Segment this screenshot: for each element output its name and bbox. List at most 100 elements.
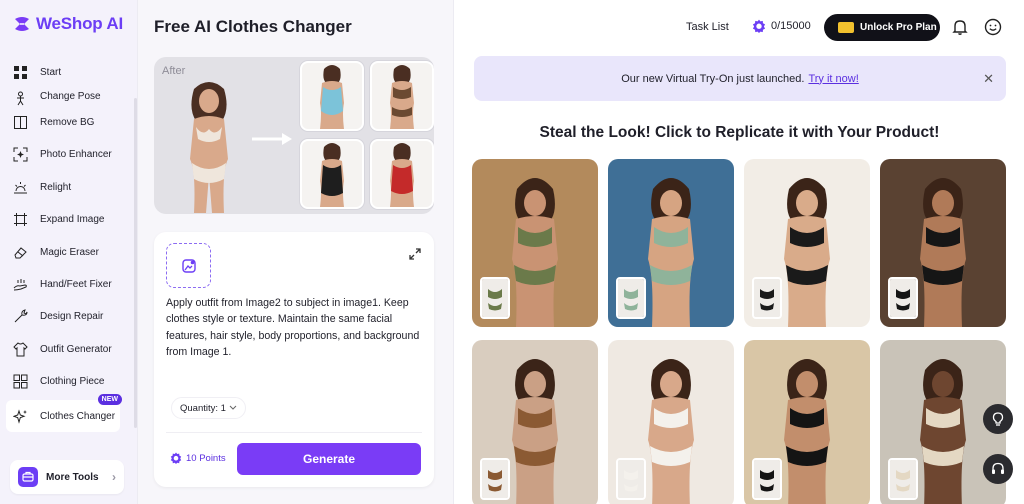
gallery-card[interactable] [608,159,734,327]
gallery-card[interactable] [472,159,598,327]
eraser-icon [14,246,27,259]
sidebar-item-remove-bg[interactable]: Remove BG [0,106,138,138]
support-button[interactable] [983,454,1013,484]
headset-icon [992,462,1004,474]
sidebar-item-label: Start [40,66,62,78]
brand-name: WeShop AI [36,14,123,33]
sidebar-item-photo-enhancer[interactable]: Photo Enhancer [0,139,138,171]
weshop-logo-icon [15,17,29,31]
preview-after-label: After [162,65,186,77]
unlock-pro-label: Unlock Pro Plan [860,22,937,33]
grid-icon [14,65,27,79]
user-avatar-icon[interactable] [984,18,1002,36]
credits-label: 0/15000 [771,20,811,32]
gallery-card[interactable] [744,159,870,327]
enhance-icon [13,147,28,162]
divider [166,432,422,433]
quantity-label: Quantity: 1 [180,402,226,414]
sidebar-item-design-repair[interactable]: Design Repair [0,301,138,333]
credits-icon [752,19,766,33]
gallery-panel: Task List 0/15000 Unlock Pro Plan Our ne… [455,0,1024,504]
more-tools-label: More Tools [46,471,99,483]
chevron-right-icon: › [112,470,116,484]
product-thumbnail [752,458,782,500]
sidebar-item-label: Expand Image [40,214,105,226]
image-upload-button[interactable] [166,243,211,288]
sidebar-item-label: Photo Enhancer [40,149,112,161]
sidebar-item-label: Remove BG [40,117,95,129]
announcement-banner: Our new Virtual Try-On just launched. Tr… [474,56,1006,101]
image-add-icon [181,258,196,273]
outfit-thumbnail[interactable] [370,61,434,131]
sidebar-item-clothing-piece[interactable]: Clothing Piece [0,366,138,398]
sidebar: WeShop AI Start Change Pose Remove BG Ph… [0,0,138,504]
outfit-thumbnail[interactable] [300,61,364,131]
model-photo [190,82,228,213]
sidebar-item-relight[interactable]: Relight [0,171,138,203]
gallery-title: Steal the Look! Click to Replicate it wi… [539,124,940,141]
sidebar-item-label: Hand/Feet Fixer [40,279,112,291]
prompt-textarea[interactable]: Apply outfit from Image2 to subject in i… [166,295,426,360]
expand-image-icon [14,213,27,227]
more-tools-button[interactable]: More Tools › [10,460,124,494]
sidebar-item-label: Change Pose [40,91,101,103]
brand-logo[interactable]: WeShop AI [12,14,123,34]
product-thumbnail [616,458,646,500]
product-thumbnail [480,277,510,319]
arrow-right-icon [252,133,292,145]
sidebar-item-label: Magic Eraser [40,246,99,258]
product-thumbnail [888,277,918,319]
chevron-down-icon [229,405,237,410]
outfit-thumbnail[interactable] [300,139,364,209]
gallery-card[interactable] [744,340,870,504]
points-icon [170,452,182,464]
outfit-icon [13,342,28,357]
product-thumbnail [616,277,646,319]
new-badge: NEW [97,393,122,405]
clothing-piece-icon [13,374,28,389]
banner-text: Our new Virtual Try-On just launched. [621,72,805,85]
pose-icon [17,91,24,106]
expand-icon[interactable] [408,247,422,261]
generate-button[interactable]: Generate [237,443,421,475]
sidebar-tool-list: Start Change Pose Remove BG Photo Enhanc… [0,56,138,433]
lightbulb-icon [992,412,1004,426]
gallery-card[interactable] [472,340,598,504]
gallery-card[interactable] [608,340,734,504]
close-icon[interactable]: ✕ [983,71,994,87]
sidebar-item-label: Relight [40,181,72,193]
remove-bg-icon [14,116,27,130]
bell-icon[interactable] [951,18,969,36]
prompt-card: Apply outfit from Image2 to subject in i… [154,232,434,487]
product-thumbnail [888,458,918,500]
outfit-thumbnails [300,61,434,209]
tool-panel: Free AI Clothes Changer After Apply outf… [138,0,454,504]
relight-icon [14,181,27,194]
sidebar-scrollbar[interactable] [134,98,137,428]
repair-icon [14,309,28,323]
product-thumbnail [480,458,510,500]
pro-crown-icon [838,22,854,33]
unlock-pro-button[interactable]: Unlock Pro Plan [824,14,940,41]
gallery-card[interactable] [880,159,1006,327]
sidebar-item-magic-eraser[interactable]: Magic Eraser [0,236,138,268]
banner-link[interactable]: Try it now! [808,73,858,85]
tips-button[interactable] [983,404,1013,434]
example-preview: After [154,57,434,214]
inspiration-gallery [472,159,1006,504]
task-list-link[interactable]: Task List [686,21,729,33]
outfit-thumbnail[interactable] [370,139,434,209]
sidebar-item-start[interactable]: Start [0,56,138,88]
hand-icon [13,279,27,291]
quantity-select[interactable]: Quantity: 1 [171,397,246,419]
sidebar-item-label: Clothing Piece [40,376,105,388]
sidebar-item-change-pose[interactable]: Change Pose [0,88,138,106]
sidebar-item-expand-image[interactable]: Expand Image [0,204,138,236]
toolbox-icon [18,467,38,487]
product-thumbnail [752,277,782,319]
credits-counter[interactable]: 0/15000 [752,19,811,33]
sidebar-item-clothes-changer[interactable]: Clothes Changer NEW [6,393,122,433]
sidebar-item-outfit-generator[interactable]: Outfit Generator [0,333,138,365]
points-label: 10 Points [186,452,226,464]
sidebar-item-hand-feet-fixer[interactable]: Hand/Feet Fixer [0,268,138,300]
